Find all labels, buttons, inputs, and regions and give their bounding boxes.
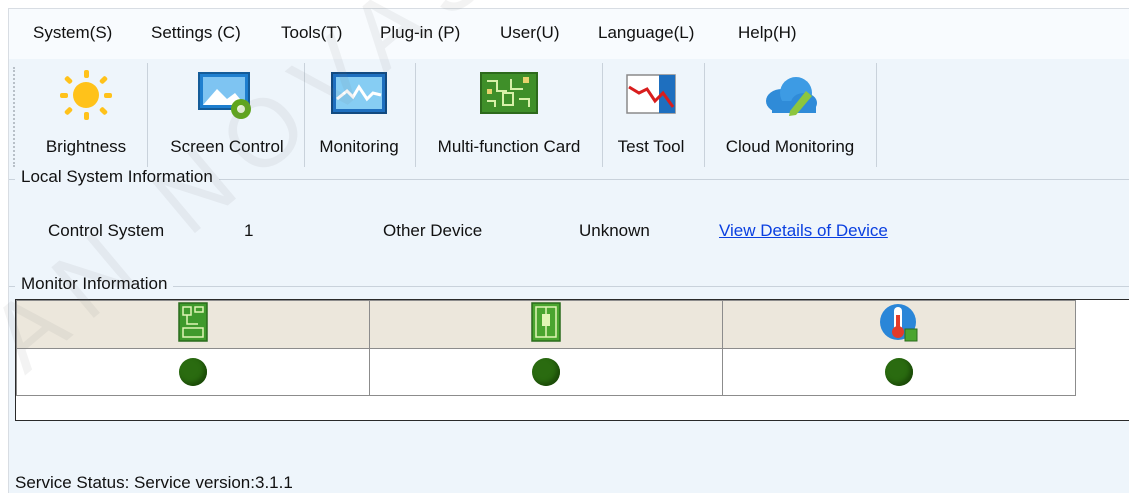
status-bar: Service Status: Service version:3.1.1 [15, 473, 293, 492]
status-indicator [532, 358, 560, 386]
sun-icon [60, 70, 112, 120]
brightness-label: Brightness [45, 137, 127, 156]
control-system-label: Control System [48, 221, 165, 240]
app-window: System(S) Settings (C) Tools(T) Plug-in … [0, 0, 1129, 493]
screen-control-icon [198, 72, 251, 119]
menu-settings[interactable]: Settings (C) [151, 23, 241, 43]
toolbar-separator [602, 63, 603, 167]
toolbar-separator [304, 63, 305, 167]
status-indicator [179, 358, 207, 386]
other-device-label: Other Device [383, 221, 483, 240]
toolbar-separator [147, 63, 148, 167]
monitor-wave-icon [331, 72, 387, 114]
menu-user[interactable]: User(U) [500, 23, 560, 43]
local-system-group: Local System Information Control System … [9, 167, 1129, 272]
test-tool-button[interactable]: Test Tool [607, 63, 695, 171]
monitor-header-cell[interactable] [16, 300, 370, 349]
cloud-monitoring-label: Cloud Monitoring [725, 137, 855, 156]
other-device-value: Unknown [579, 221, 650, 240]
menu-help[interactable]: Help(H) [738, 23, 797, 43]
screen-control-label: Screen Control [170, 137, 284, 156]
brightness-button[interactable]: Brightness [31, 63, 141, 171]
monitor-status-cell [16, 348, 370, 396]
toolbar: Brightness Screen Control Monitoring Mul… [9, 59, 1129, 173]
view-details-link[interactable]: View Details of Device [719, 221, 888, 241]
chart-test-icon [626, 74, 676, 114]
receiving-card-icon [178, 302, 208, 342]
cloud-monitoring-button[interactable]: Cloud Monitoring [709, 63, 871, 171]
menu-language[interactable]: Language(L) [598, 23, 694, 43]
monitor-status-cell [369, 348, 723, 396]
local-system-title: Local System Information [15, 167, 219, 187]
monitor-status-cell [722, 348, 1076, 396]
monitor-header-row [16, 300, 1076, 349]
toolbar-separator [704, 63, 705, 167]
monitor-status-row [16, 348, 1076, 396]
status-indicator [885, 358, 913, 386]
multi-function-card-label: Multi-function Card [437, 137, 581, 156]
toolbar-grip[interactable] [13, 67, 17, 167]
menu-system[interactable]: System(S) [33, 23, 112, 43]
menu-plugin[interactable]: Plug-in (P) [380, 23, 460, 43]
temperature-icon [880, 304, 918, 342]
monitoring-button[interactable]: Monitoring [309, 63, 409, 171]
monitor-table [16, 300, 1076, 396]
monitor-header-cell[interactable] [722, 300, 1076, 349]
multi-function-card-button[interactable]: Multi-function Card [421, 63, 597, 171]
monitor-title: Monitor Information [15, 274, 174, 294]
menu-tools[interactable]: Tools(T) [281, 23, 342, 43]
control-system-value: 1 [244, 221, 254, 240]
screen-control-button[interactable]: Screen Control [153, 63, 301, 171]
circuit-card-icon [480, 72, 538, 114]
monitoring-label: Monitoring [319, 137, 399, 156]
toolbar-separator [876, 63, 877, 167]
test-tool-label: Test Tool [617, 137, 685, 156]
toolbar-separator [415, 63, 416, 167]
monitor-group: Monitor Information [9, 274, 1129, 297]
chip-card-icon [531, 302, 561, 342]
monitor-header-cell[interactable] [369, 300, 723, 349]
monitor-panel [15, 299, 1129, 421]
menu-bar: System(S) Settings (C) Tools(T) Plug-in … [9, 9, 1129, 59]
cloud-edit-icon [766, 77, 817, 116]
